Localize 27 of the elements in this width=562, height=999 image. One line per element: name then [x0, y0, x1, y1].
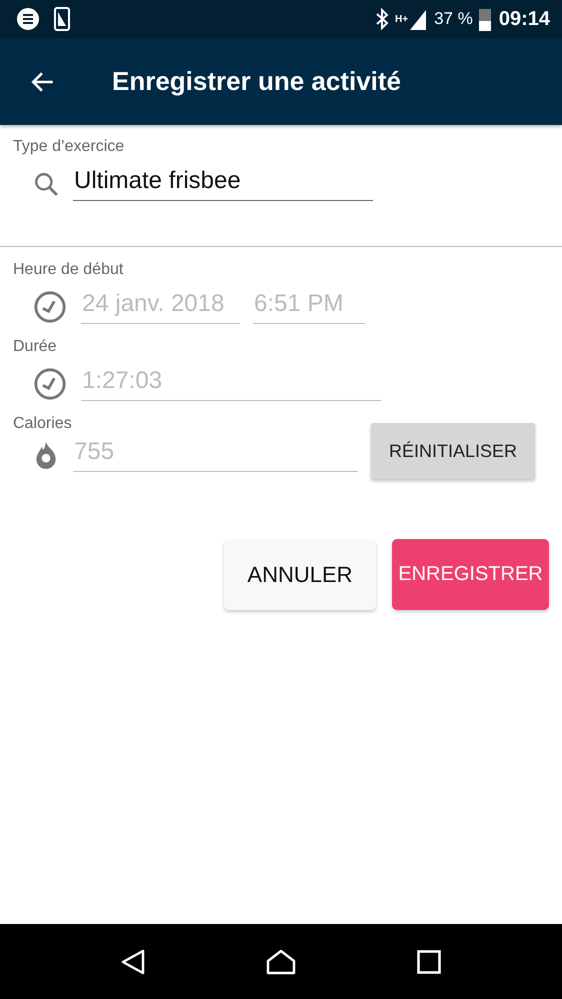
square-icon: [417, 950, 442, 974]
clock-icon: [33, 290, 67, 324]
home-icon: [266, 948, 296, 974]
signal-icon: [408, 8, 428, 30]
calories-field[interactable]: 755: [73, 437, 358, 472]
search-icon: [33, 170, 59, 196]
reset-button[interactable]: RÉINITIALISER: [371, 423, 535, 479]
cancel-button[interactable]: ANNULER: [224, 539, 376, 610]
field-label: Calories: [13, 415, 73, 433]
save-button[interactable]: ENREGISTRER: [392, 539, 549, 610]
time-field[interactable]: 6:51 PM: [253, 289, 365, 324]
battery-percent: 37 %: [434, 9, 473, 29]
date-field[interactable]: 24 janv. 2018: [81, 289, 240, 324]
network-type: H+: [395, 14, 408, 24]
phone-icon: [54, 7, 70, 31]
duration-field[interactable]: 1:27:03: [81, 366, 381, 401]
battery-icon: [478, 7, 491, 31]
triangle-back-icon: [120, 948, 145, 974]
field-label: Durée: [13, 338, 58, 356]
status-time: 09:14: [498, 8, 550, 30]
screen-title: Enregistrer une activité: [112, 66, 401, 97]
clock-icon: [33, 366, 67, 400]
notification-icon: [16, 7, 40, 31]
field-label: Heure de début: [13, 261, 124, 279]
exercise-type-field[interactable]: Ultimate frisbee: [73, 166, 373, 201]
field-label: Type d’exercice: [13, 138, 126, 156]
bluetooth-icon: [375, 7, 390, 31]
